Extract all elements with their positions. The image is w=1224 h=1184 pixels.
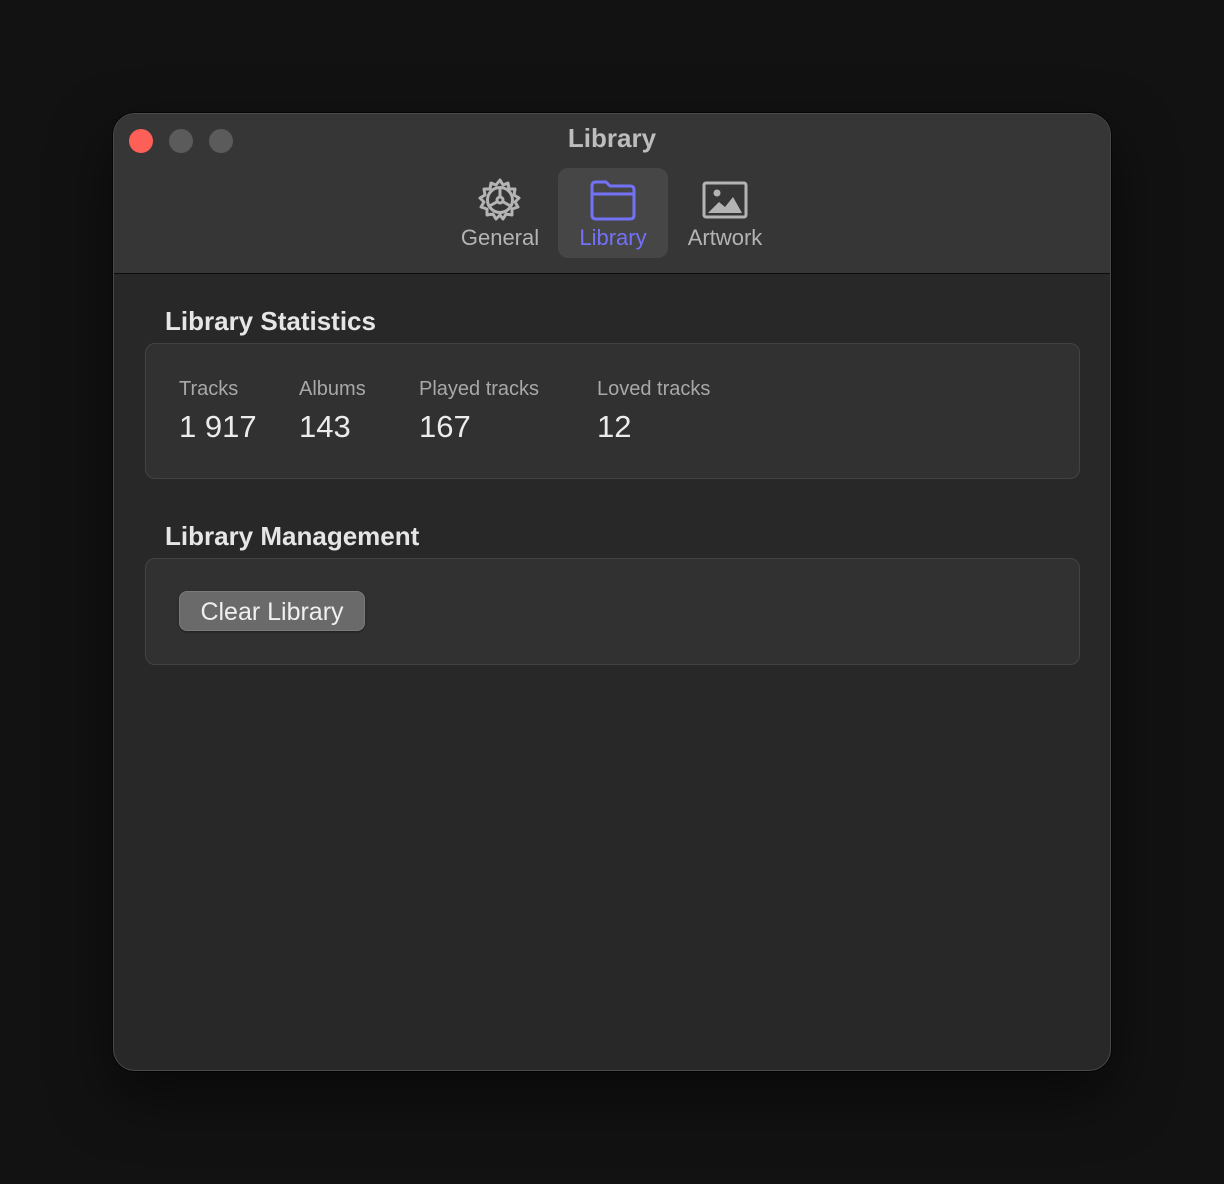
library-management-box: Clear Library — [145, 558, 1080, 665]
folder-icon — [590, 180, 636, 221]
preferences-toolbar: General Library Artwork — [114, 168, 1110, 258]
titlebar: Library General Library Artwork — [114, 114, 1110, 274]
tab-artwork-label: Artwork — [687, 225, 763, 250]
photo-icon — [702, 181, 748, 219]
stat-label: Tracks — [179, 378, 239, 400]
preferences-window: Library General Library Artwork Library … — [113, 113, 1111, 1071]
tab-library[interactable]: Library — [558, 168, 668, 258]
tab-artwork[interactable]: Artwork — [674, 168, 776, 258]
stat-value: 167 — [419, 409, 471, 444]
library-management-heading: Library Management — [165, 521, 420, 551]
window-title: Library — [567, 123, 657, 153]
clear-library-button[interactable]: Clear Library — [179, 591, 365, 631]
stat-value: 143 — [299, 409, 351, 444]
stat-label: Loved tracks — [597, 378, 711, 400]
tab-library-label: Library — [579, 225, 647, 250]
stat-value: 1 917 — [179, 409, 257, 444]
library-statistics-box: Tracks 1 917 Albums 143 Played tracks 16… — [145, 343, 1080, 479]
stat-value: 12 — [597, 409, 632, 444]
gear-icon — [478, 178, 521, 221]
stat-label: Played tracks — [419, 378, 540, 400]
stat-label: Albums — [299, 378, 366, 400]
tab-general[interactable]: General — [446, 168, 554, 258]
tab-general-label: General — [460, 225, 540, 250]
library-statistics-heading: Library Statistics — [165, 306, 376, 336]
